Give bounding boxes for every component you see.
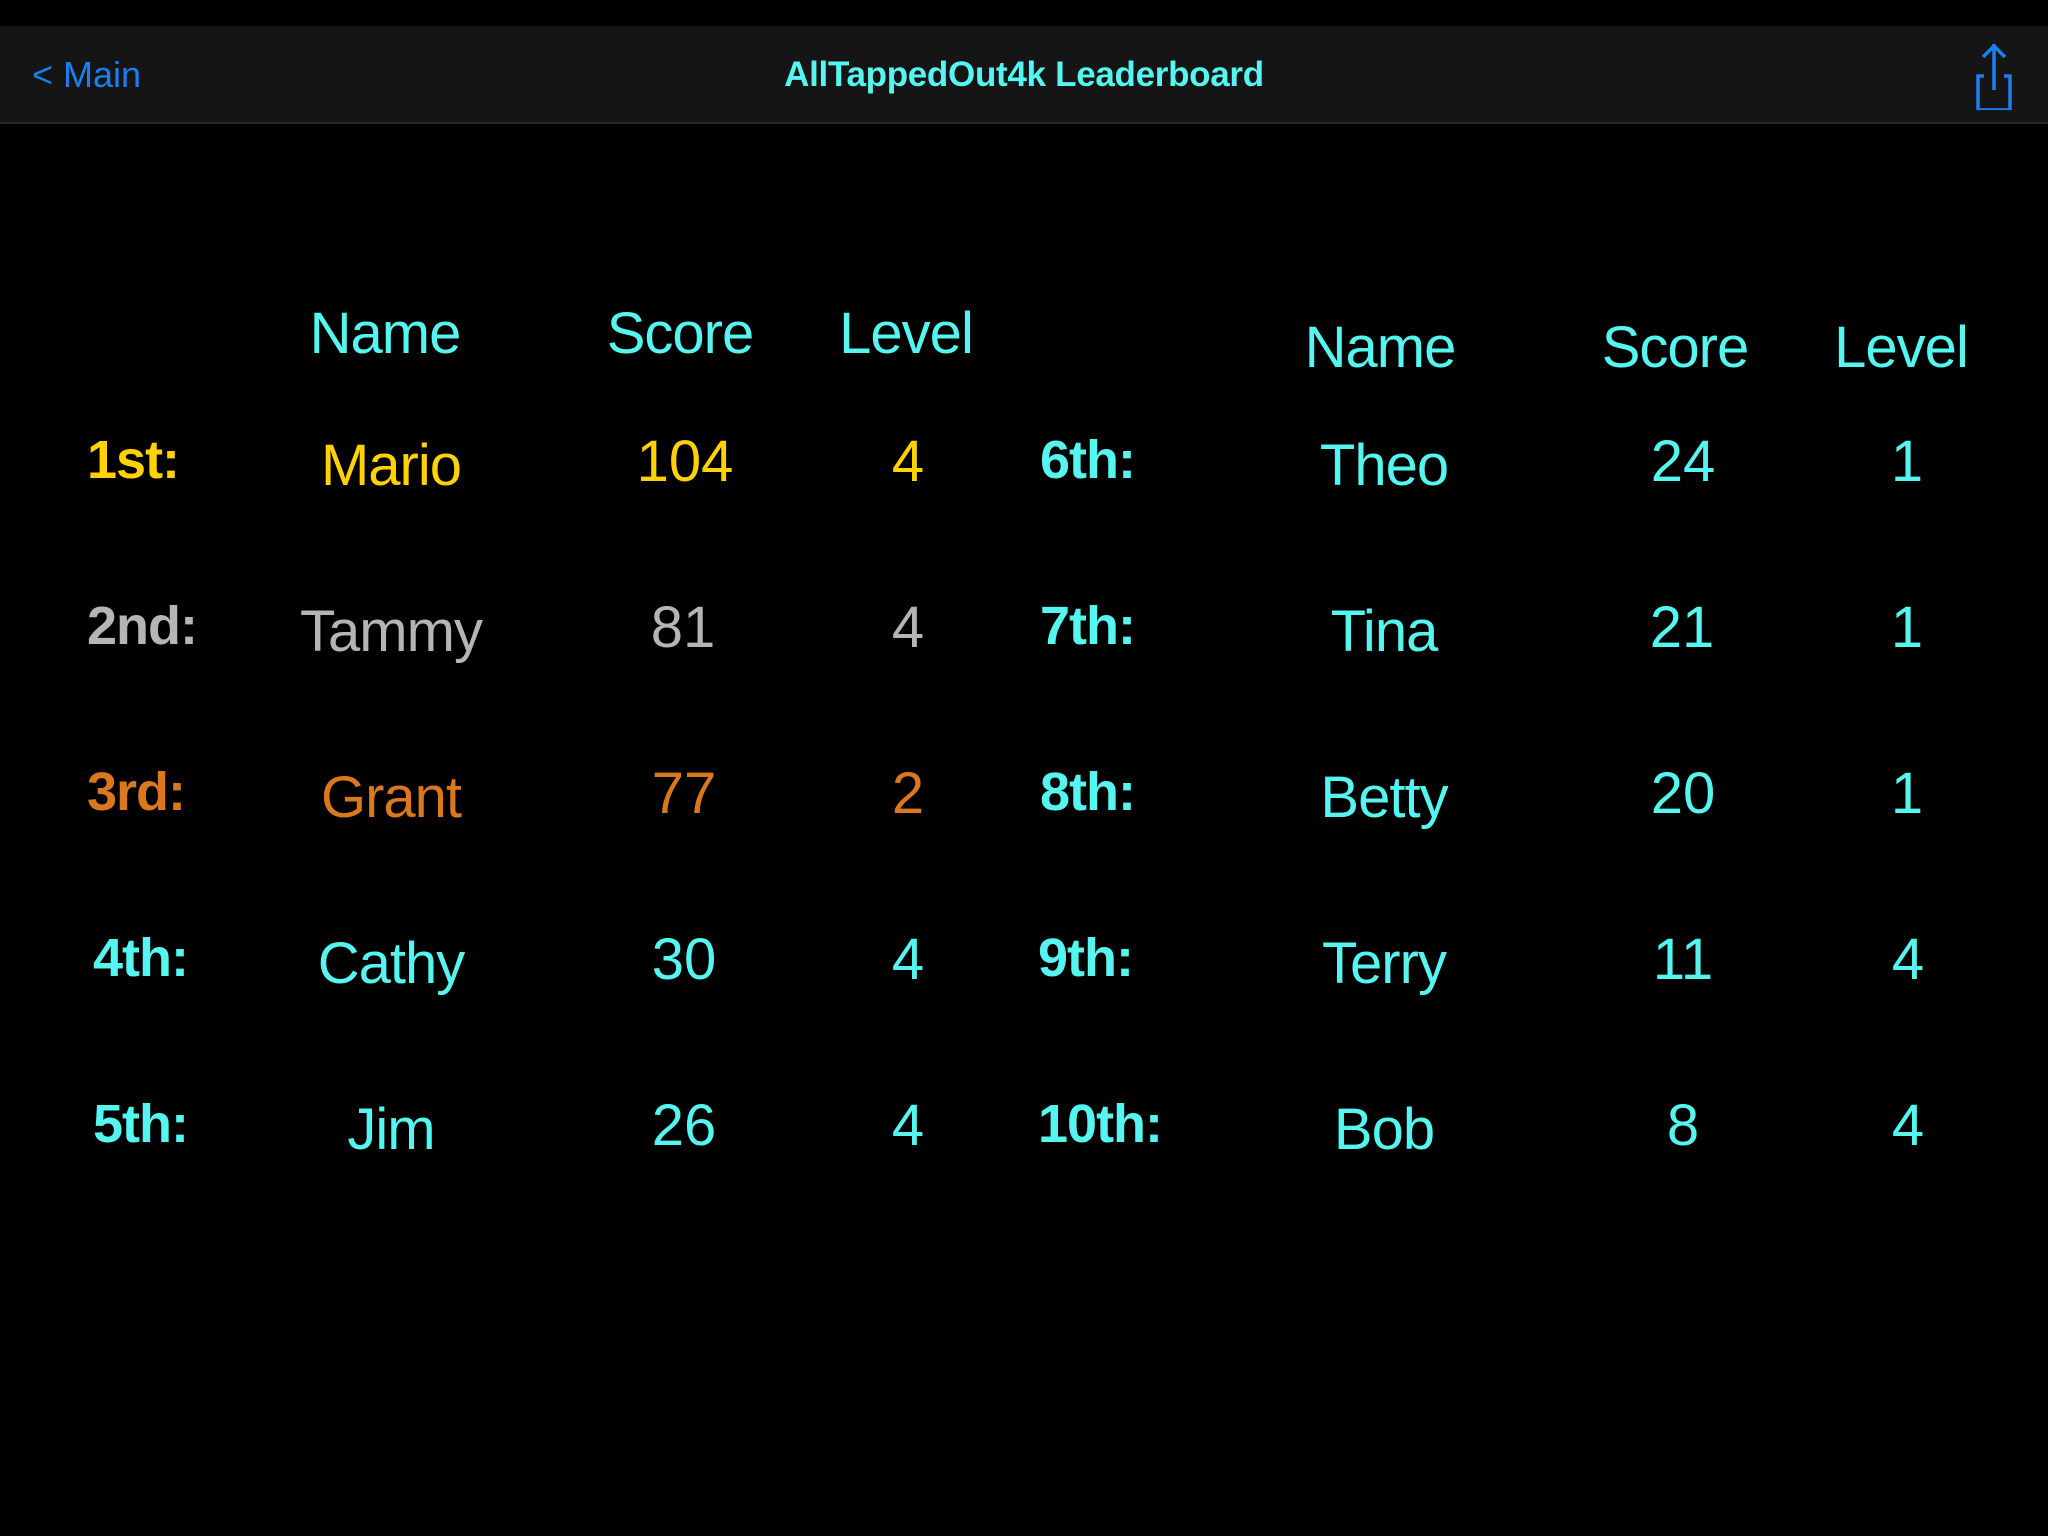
back-button[interactable]: < Main xyxy=(32,26,141,124)
player-name: Terry xyxy=(1322,931,1447,996)
rank-label: 2nd: xyxy=(87,596,198,656)
column-header-name-right: Name xyxy=(1304,315,1457,380)
player-score: 24 xyxy=(1650,429,1716,494)
player-name: Tina xyxy=(1330,599,1439,664)
player-name: Mario xyxy=(320,433,462,498)
rank-label: 7th: xyxy=(1040,596,1136,656)
player-name: Tammy xyxy=(300,599,483,664)
rank-label: 3rd: xyxy=(87,762,186,822)
player-score: 77 xyxy=(651,761,717,826)
player-score: 20 xyxy=(1650,761,1716,826)
rank-label: 9th: xyxy=(1038,928,1134,988)
player-level: 1 xyxy=(1890,429,1924,494)
player-level: 4 xyxy=(891,429,925,494)
player-level: 1 xyxy=(1890,595,1924,660)
player-score: 21 xyxy=(1649,595,1715,660)
rank-label: 10th: xyxy=(1038,1094,1163,1154)
column-header-level-left: Level xyxy=(839,301,974,366)
player-level: 4 xyxy=(1891,927,1925,992)
column-header-score-right: Score xyxy=(1601,315,1750,380)
rank-label: 6th: xyxy=(1040,430,1136,490)
player-score: 104 xyxy=(636,429,734,494)
rank-label: 4th: xyxy=(93,928,189,988)
player-name: Cathy xyxy=(317,931,466,996)
player-level: 4 xyxy=(891,1093,925,1158)
navigation-bar: < Main AllTappedOut4k Leaderboard xyxy=(0,26,2048,124)
player-score: 81 xyxy=(650,595,716,660)
rank-label: 1st: xyxy=(87,430,180,490)
column-header-score-left: Score xyxy=(606,301,755,366)
player-score: 26 xyxy=(651,1093,717,1158)
player-name: Bob xyxy=(1333,1097,1435,1162)
back-button-label: Main xyxy=(63,54,142,95)
player-score: 8 xyxy=(1666,1093,1700,1158)
player-score: 11 xyxy=(1652,927,1714,992)
status-bar xyxy=(0,0,2048,26)
player-level: 4 xyxy=(891,927,925,992)
player-name: Betty xyxy=(1320,765,1448,830)
rank-label: 5th: xyxy=(93,1094,189,1154)
chevron-left-icon: < xyxy=(32,54,54,95)
page-title: AllTappedOut4k Leaderboard xyxy=(784,55,1264,94)
player-level: 4 xyxy=(891,595,925,660)
player-level: 2 xyxy=(891,761,925,826)
player-score: 30 xyxy=(651,927,717,992)
share-icon xyxy=(1976,43,2012,110)
player-name: Jim xyxy=(347,1097,435,1162)
player-level: 1 xyxy=(1890,761,1924,826)
player-level: 4 xyxy=(1891,1093,1925,1158)
player-name: Theo xyxy=(1319,433,1449,498)
column-header-name-left: Name xyxy=(309,301,462,366)
column-header-level-right: Level xyxy=(1834,315,1969,380)
rank-label: 8th: xyxy=(1040,762,1136,822)
player-name: Grant xyxy=(320,765,462,830)
share-button[interactable] xyxy=(1968,40,2020,110)
